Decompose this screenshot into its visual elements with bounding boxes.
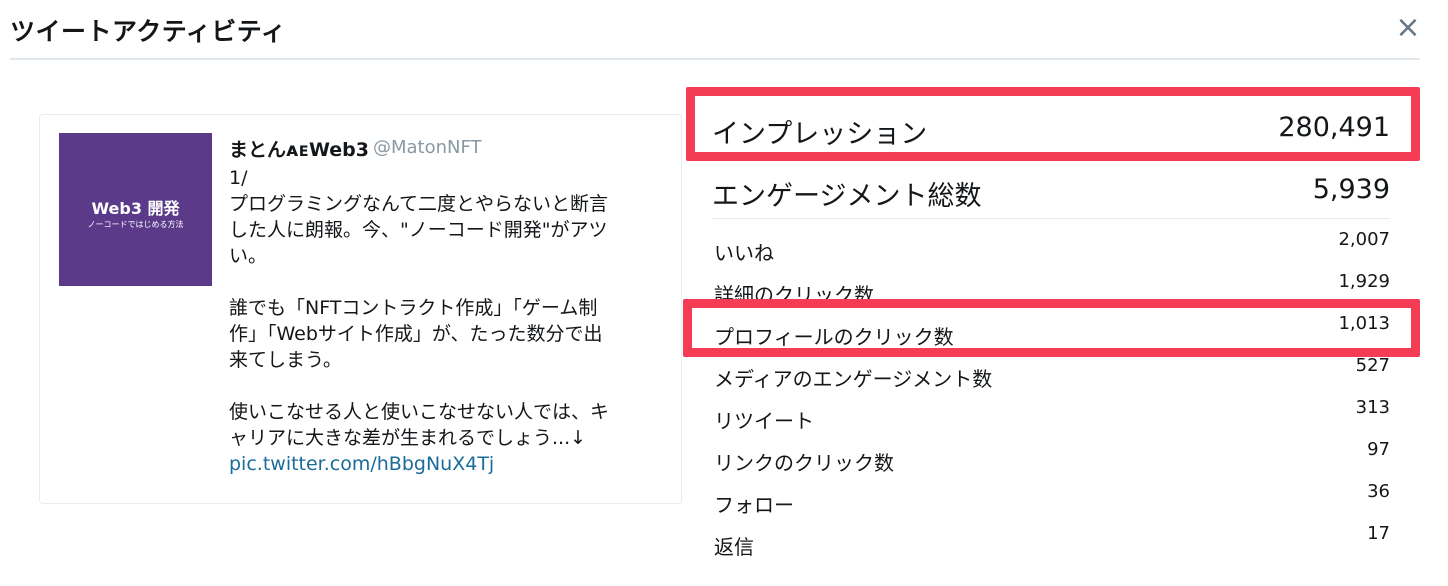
- stat-value: 36: [1367, 481, 1390, 502]
- tweet-text-line: した人に朗報。今、"ノーコード開発"がアツ: [229, 219, 608, 241]
- stat-value: 527: [1355, 355, 1390, 376]
- stat-row-retweets[interactable]: リツイート 313: [712, 397, 1390, 439]
- thumbnail-subtitle: ノーコードではじめる方法: [87, 220, 184, 229]
- stat-value: 1,929: [1338, 271, 1390, 292]
- stat-label: 返信: [714, 535, 754, 559]
- author-handle[interactable]: @MatonNFT: [373, 137, 482, 158]
- stat-label: リンクのクリック数: [714, 451, 894, 475]
- tweet-text-line: い。: [229, 245, 268, 267]
- tweet-text-gap: [229, 269, 669, 295]
- author-name[interactable]: まとんᴀᴇWeb3: [229, 135, 369, 162]
- tweet-text-line: ャリアに大きな差が生まれるでしょう...↓: [229, 427, 587, 449]
- header-divider: [10, 58, 1420, 60]
- tweet-media-link[interactable]: pic.twitter.com/hBbgNuX4Tj: [229, 451, 669, 477]
- tweet-text-line: 使いこなせる人と使いこなせない人では、キ: [229, 401, 610, 423]
- tweet-text: 1/ プログラミングなんて二度とやらないと断言 した人に朗報。今、"ノーコード開…: [229, 165, 669, 477]
- stat-label: フォロー: [714, 493, 794, 517]
- stat-value: 2,007: [1338, 229, 1390, 250]
- thumbnail-title: Web3 開発: [91, 199, 180, 218]
- stat-label: メディアのエンゲージメント数: [714, 367, 993, 391]
- stat-row-replies[interactable]: 返信 17: [712, 523, 1390, 565]
- engagements-value: 5,939: [1312, 174, 1390, 205]
- stat-value: 313: [1355, 397, 1390, 418]
- tweet-text-line: 1/: [229, 167, 248, 189]
- stat-value: 97: [1367, 439, 1390, 460]
- impressions-highlight-box: [686, 87, 1420, 161]
- stat-row-media-engagements[interactable]: メディアのエンゲージメント数 527: [712, 355, 1390, 397]
- stat-label: いいね: [714, 241, 774, 265]
- engagements-label: エンゲージメント総数: [712, 181, 982, 212]
- profile-clicks-highlight-box: [683, 299, 1420, 357]
- modal-title: ツイートアクティビティ: [10, 17, 287, 46]
- tweet-text-line: プログラミングなんて二度とやらないと断言: [229, 193, 609, 215]
- tweet-image-thumbnail[interactable]: Web3 開発 ノーコードではじめる方法: [59, 133, 212, 286]
- stat-label: リツイート: [714, 409, 814, 433]
- tweet-card: Web3 開発 ノーコードではじめる方法 まとんᴀᴇWeb3 @MatonNFT…: [39, 114, 682, 504]
- stat-row-follows[interactable]: フォロー 36: [712, 481, 1390, 523]
- tweet-text-line: 来てしまう。: [229, 349, 342, 371]
- close-icon[interactable]: ×: [1391, 9, 1425, 47]
- tweet-text-line: 誰でも「NFTコントラクト作成」「ゲーム制: [229, 297, 598, 319]
- stat-row-likes[interactable]: いいね 2,007: [712, 229, 1390, 271]
- stats-divider: [712, 218, 1390, 219]
- stat-value: 17: [1367, 523, 1390, 544]
- tweet-text-gap: [229, 373, 669, 399]
- stat-row-link-clicks[interactable]: リンクのクリック数 97: [712, 439, 1390, 481]
- tweet-text-line: 作」「Webサイト作成」が、たった数分で出: [229, 323, 603, 345]
